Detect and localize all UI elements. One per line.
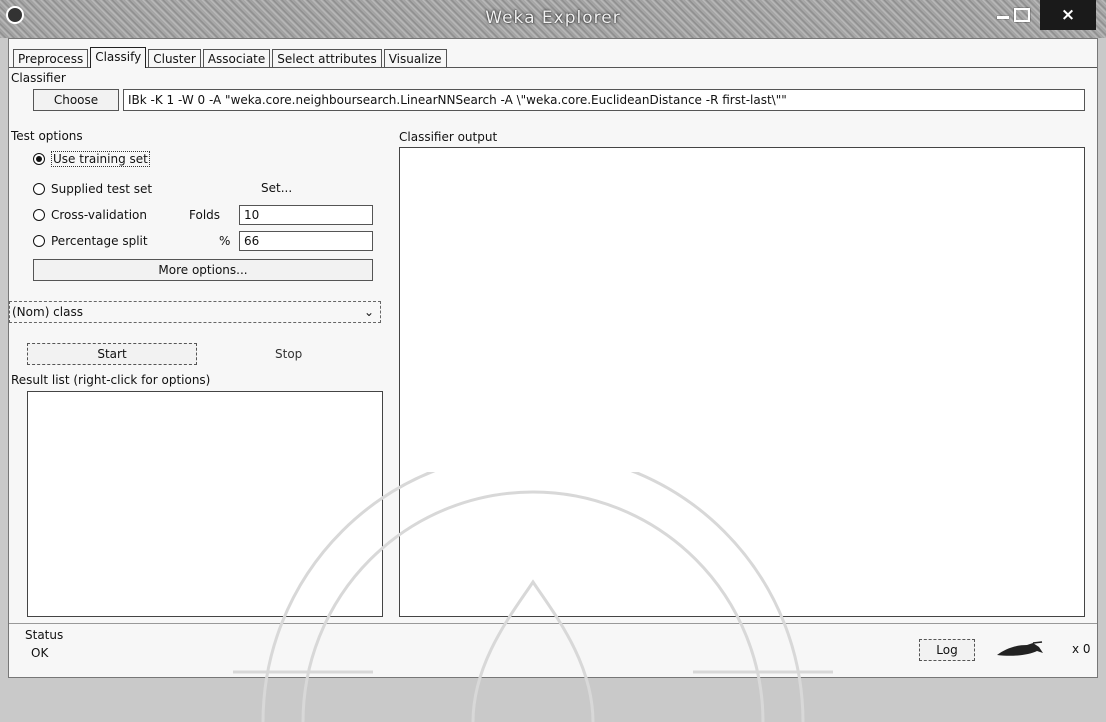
set-button[interactable]: Set... <box>261 181 292 195</box>
task-count: x 0 <box>1072 642 1091 656</box>
tab-visualize[interactable]: Visualize <box>383 49 447 68</box>
choose-button[interactable]: Choose <box>33 89 119 111</box>
title-bar: Weka Explorer × <box>0 0 1106 38</box>
start-button[interactable]: Start <box>27 343 197 365</box>
tab-preprocess[interactable]: Preprocess <box>13 49 89 68</box>
stop-button[interactable]: Stop <box>275 347 302 361</box>
cross-validation-option[interactable]: Cross-validation <box>33 205 147 225</box>
cross-validation-label: Cross-validation <box>51 208 147 222</box>
tab-associate[interactable]: Associate <box>202 49 271 68</box>
class-attribute-select[interactable]: (Nom) class ⌄ <box>9 301 381 323</box>
supplied-test-set-radio[interactable] <box>33 183 45 195</box>
supplied-test-set-option[interactable]: Supplied test set <box>33 179 152 199</box>
use-training-set-option[interactable]: Use training set <box>33 149 150 169</box>
maximize-button[interactable] <box>1008 0 1034 30</box>
tab-classify[interactable]: Classify <box>90 47 147 68</box>
chevron-down-icon: ⌄ <box>363 305 374 319</box>
result-list-panel[interactable] <box>27 391 383 617</box>
folds-input[interactable]: 10 <box>239 205 373 225</box>
cross-validation-radio[interactable] <box>33 209 45 221</box>
classifier-section-label: Classifier <box>11 71 66 85</box>
status-label: Status <box>25 628 64 642</box>
window-title: Weka Explorer <box>485 8 621 28</box>
class-attribute-value: (Nom) class <box>12 305 83 319</box>
status-text: OK <box>31 646 49 660</box>
classifier-output-panel[interactable] <box>399 147 1085 617</box>
weka-bird-icon <box>997 641 1043 656</box>
explorer-window: Preprocess Classify Cluster Associate Se… <box>8 38 1098 722</box>
percentage-split-label: Percentage split <box>51 234 148 248</box>
tab-select-attributes[interactable]: Select attributes <box>272 49 382 68</box>
log-button[interactable]: Log <box>919 639 975 661</box>
percent-label: % <box>219 234 231 248</box>
close-button[interactable]: × <box>1040 0 1096 30</box>
folds-label: Folds <box>189 208 221 222</box>
use-training-set-label: Use training set <box>51 151 150 167</box>
percentage-split-option[interactable]: Percentage split <box>33 231 148 251</box>
test-options-label: Test options <box>11 129 83 143</box>
percentage-split-radio[interactable] <box>33 235 45 247</box>
percent-input[interactable]: 66 <box>239 231 373 251</box>
status-divider <box>9 623 1097 624</box>
classifier-output-label: Classifier output <box>399 130 498 144</box>
tab-divider <box>9 67 1097 68</box>
tab-cluster[interactable]: Cluster <box>148 49 201 68</box>
supplied-test-set-label: Supplied test set <box>51 182 153 196</box>
tab-strip: Preprocess Classify Cluster Associate Se… <box>13 47 449 69</box>
result-list-label: Result list (right-click for options) <box>11 373 211 387</box>
classifier-config-field[interactable]: IBk -K 1 -W 0 -A "weka.core.neighboursea… <box>123 89 1085 111</box>
use-training-set-radio[interactable] <box>33 153 45 165</box>
more-options-button[interactable]: More options... <box>33 259 373 281</box>
